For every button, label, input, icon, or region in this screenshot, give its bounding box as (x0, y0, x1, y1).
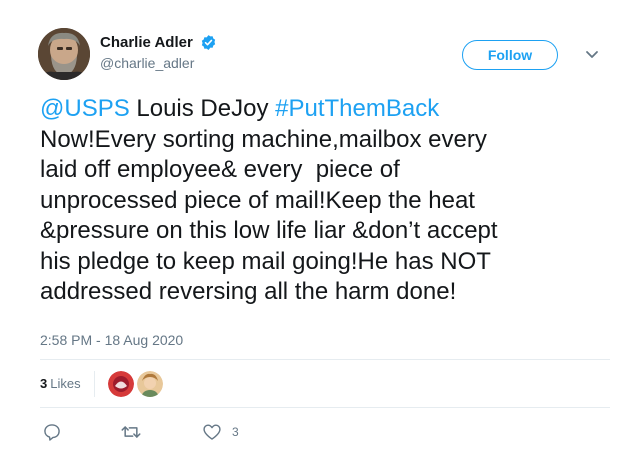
reply-button[interactable] (42, 420, 62, 444)
divider (40, 359, 610, 360)
tweet-text-segment: Louis DeJoy (129, 95, 276, 122)
tweet-body: Now!Every sorting machine,mailbox every … (40, 125, 498, 305)
retweet-button[interactable] (120, 420, 142, 444)
tweet-text: @USPS Louis DeJoy #PutThemBack Now!Every… (40, 94, 610, 308)
likes-separator (94, 371, 95, 397)
likes-row: 3 Likes (40, 371, 610, 397)
avatar-photo-icon (38, 28, 90, 80)
likes-count: 3 (40, 376, 48, 391)
tweet-header: Charlie Adler @charlie_adler Follow (38, 28, 608, 84)
likes-stat[interactable]: 3 Likes (40, 376, 81, 391)
liker-avatar[interactable] (108, 371, 134, 397)
verified-badge-icon (202, 35, 216, 51)
reply-icon (44, 424, 60, 441)
tweet-actions: 3 (40, 420, 610, 444)
liker-avatar-icon (137, 371, 163, 397)
follow-button[interactable]: Follow (462, 40, 558, 70)
chevron-down-icon[interactable] (582, 44, 602, 64)
heart-icon (203, 424, 221, 440)
retweet-icon (121, 426, 141, 438)
tweet-timestamp[interactable]: 2:58 PM - 18 Aug 2020 (40, 332, 183, 348)
tweet-card: Charlie Adler @charlie_adler Follow @USP… (0, 0, 640, 470)
like-count: 3 (232, 425, 239, 439)
hashtag-link[interactable]: #PutThemBack (275, 95, 439, 122)
author-handle[interactable]: @charlie_adler (100, 55, 217, 71)
liker-avatar[interactable] (137, 371, 163, 397)
author-display-name[interactable]: Charlie Adler (100, 34, 193, 51)
likes-label: Likes (50, 376, 81, 391)
author-avatar[interactable] (38, 28, 90, 80)
liker-avatar-icon (108, 371, 134, 397)
author-names: Charlie Adler @charlie_adler (100, 34, 217, 71)
like-button[interactable]: 3 (202, 420, 239, 444)
divider (40, 407, 610, 408)
mention-link[interactable]: @USPS (40, 95, 130, 122)
